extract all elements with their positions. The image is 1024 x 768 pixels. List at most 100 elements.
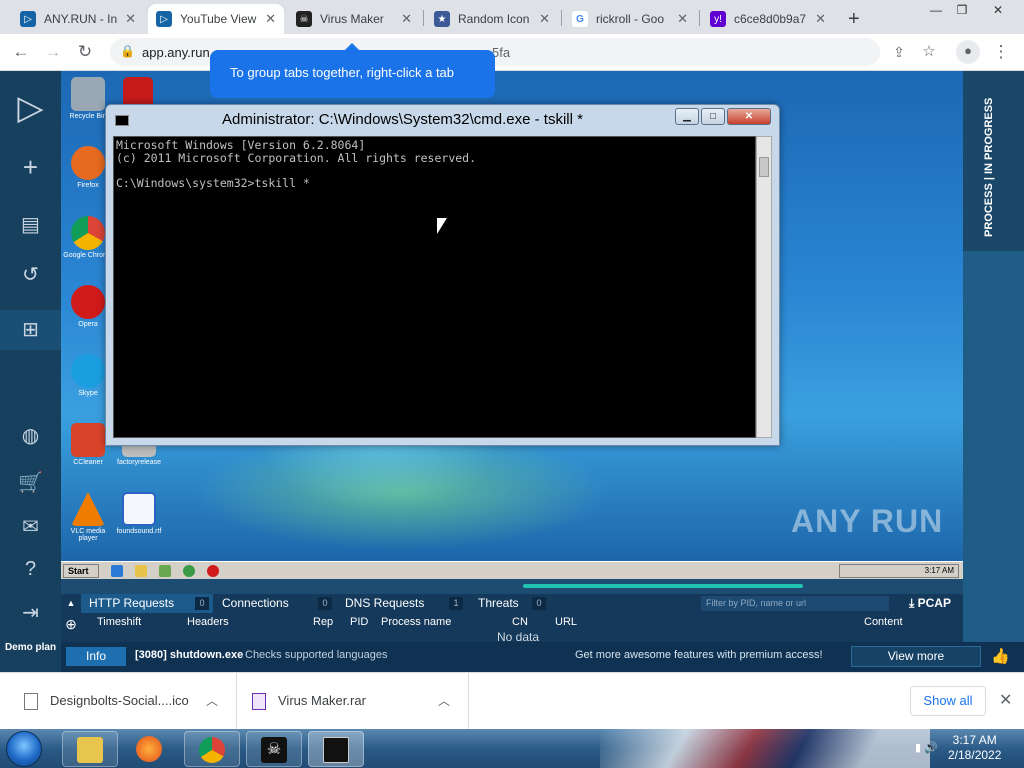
restore-icon[interactable]: ❐	[950, 2, 974, 18]
profile-avatar-icon[interactable]: ●	[956, 40, 980, 64]
windows-globe-icon[interactable]: ◍	[0, 416, 61, 456]
anyrun-favicon-icon: ▷	[156, 11, 172, 27]
desktop-icon-vlc[interactable]: VLC media player	[62, 492, 114, 542]
vm-quicklaunch-media-icon[interactable]	[159, 565, 171, 577]
rar-archive-icon	[252, 693, 266, 711]
view-more-button[interactable]: View more	[851, 646, 981, 667]
taskbar-virus-maker[interactable]: ☠	[246, 731, 302, 767]
chevron-up-icon[interactable]: ︿	[438, 689, 450, 713]
vm-quicklaunch-chrome-icon[interactable]	[183, 565, 195, 577]
close-icon[interactable]: ✕	[677, 11, 688, 27]
history-icon[interactable]: ↺	[0, 255, 61, 295]
bookmark-star-icon[interactable]: ☆	[918, 41, 940, 63]
ccleaner-icon	[71, 423, 105, 457]
cmd-maximize-icon[interactable]: □	[701, 108, 725, 125]
share-icon[interactable]: ⇪	[888, 41, 910, 63]
close-icon[interactable]: ✕	[401, 11, 412, 27]
folder-icon	[77, 737, 103, 763]
host-clock[interactable]: 3:17 AM 2/18/2022	[948, 733, 1001, 763]
mail-icon[interactable]: ✉	[0, 507, 61, 547]
tab-dns-requests[interactable]: DNS Requests 1	[337, 594, 467, 613]
tab-http-requests[interactable]: HTTP Requests 0	[81, 594, 213, 613]
tab-youtube-view[interactable]: ▷ YouTube View ✕	[148, 4, 284, 34]
close-icon[interactable]: ✕	[125, 11, 136, 27]
download-item[interactable]: Designbolts-Social....ico ︿	[24, 689, 224, 713]
tab-separator	[699, 10, 700, 26]
count-badge: 0	[532, 597, 546, 610]
network-filter-input[interactable]: Filter by PID, name or url	[701, 596, 889, 611]
cmd-window[interactable]: Administrator: C:\Windows\System32\cmd.e…	[105, 104, 780, 446]
taskbar-firefox[interactable]	[122, 731, 178, 767]
column-header: URL	[555, 616, 578, 628]
tab-rickroll[interactable]: G rickroll - Goo ✕	[564, 4, 696, 34]
divider	[468, 673, 469, 730]
divider	[236, 673, 237, 730]
windows-start-orb-icon[interactable]	[6, 731, 42, 767]
new-task-plus-icon[interactable]: +	[0, 147, 61, 187]
premium-promo-text: Get more awesome features with premium a…	[575, 649, 823, 661]
vm-clock: 3:17 AM	[924, 566, 954, 575]
tab-group-tooltip: To group tabs together, right-click a ta…	[210, 43, 495, 98]
cmd-scrollbar[interactable]	[756, 136, 772, 438]
download-bar: Designbolts-Social....ico ︿ Virus Maker.…	[0, 672, 1024, 730]
minimize-icon[interactable]: —	[924, 2, 948, 18]
show-all-downloads-button[interactable]: Show all	[910, 686, 986, 716]
reports-document-icon[interactable]: ▤	[0, 205, 61, 245]
collapse-triangle-icon[interactable]: ▲	[61, 594, 81, 613]
column-header: CN	[512, 616, 528, 628]
task-progress-bar	[523, 584, 803, 588]
tab-connections[interactable]: Connections 0	[214, 594, 336, 613]
anyrun-logo-icon[interactable]: ▷	[0, 83, 61, 133]
pcap-download-button[interactable]: ⤓ PCAP	[909, 594, 951, 613]
tab-virus-maker[interactable]: ☠ Virus Maker ✕	[288, 4, 420, 34]
tab-random-icon[interactable]: ★ Random Icon ✕	[426, 4, 558, 34]
vm-quicklaunch-folder-icon[interactable]	[135, 565, 147, 577]
vm-quicklaunch-opera-icon[interactable]	[207, 565, 219, 577]
info-bar: Info [3080] shutdown.exe Checks supporte…	[61, 642, 1024, 672]
tab-threats[interactable]: Threats 0	[470, 594, 550, 613]
cmd-close-icon[interactable]: ✕	[727, 108, 771, 125]
close-icon[interactable]: ✕	[539, 11, 550, 27]
vm-quicklaunch-ie-icon[interactable]	[111, 565, 123, 577]
chevron-up-icon[interactable]: ︿	[206, 689, 218, 713]
pirate-favicon-icon: ☠	[296, 11, 312, 27]
cmd-icon	[323, 737, 349, 763]
column-header: Content	[864, 616, 903, 628]
browser-tab-strip: ▷ ANY.RUN - In ✕ ▷ YouTube View ✕ ☠ Viru…	[0, 0, 1024, 34]
logout-icon[interactable]: ⇥	[0, 593, 61, 633]
thumbs-up-icon[interactable]: 👍	[991, 647, 1010, 665]
taskbar-cmd[interactable]	[308, 731, 364, 767]
process-panel-toggle[interactable]: PROCESS | IN PROGRESS	[963, 71, 1024, 251]
close-icon[interactable]: ✕	[815, 11, 826, 27]
forward-arrow-icon[interactable]: →	[42, 41, 64, 63]
column-header: PID	[350, 616, 369, 628]
lock-icon: 🔒	[120, 44, 135, 58]
desktop-icon-foundsound[interactable]: foundsound.rtf	[113, 492, 165, 535]
new-tab-button[interactable]: +	[840, 4, 872, 34]
info-button[interactable]: Info	[66, 647, 126, 666]
tray-network-icon[interactable]: ▮ 🔊	[915, 741, 938, 754]
pirate-icon: ☠	[261, 737, 287, 763]
menu-kebab-icon[interactable]: ⋮	[990, 41, 1012, 63]
windows-os-icon[interactable]: ⊞	[0, 310, 61, 350]
taskbar-explorer[interactable]	[62, 731, 118, 767]
anyrun-watermark: ANY RUN	[791, 503, 944, 539]
download-item[interactable]: Virus Maker.rar ︿	[252, 689, 457, 713]
close-icon[interactable]: ✕	[265, 11, 276, 27]
close-download-bar-icon[interactable]: ✕	[999, 690, 1012, 710]
reload-icon[interactable]: ↻	[74, 41, 96, 63]
cart-icon[interactable]: 🛒	[0, 463, 61, 503]
cmd-minimize-icon[interactable]: ▁	[675, 108, 699, 125]
cmd-console[interactable]: Microsoft Windows [Version 6.2.8064] (c)…	[113, 136, 756, 438]
scrollbar-thumb[interactable]	[759, 157, 769, 177]
tab-yahoo[interactable]: y! c6ce8d0b9a7 ✕	[702, 4, 834, 34]
help-icon[interactable]: ?	[0, 549, 61, 589]
tab-anyrun[interactable]: ▷ ANY.RUN - In ✕	[12, 4, 144, 34]
anyrun-sidebar: ▷ + ▤ ↺ ⊞ ◍ 🛒 ✉ ? ⇥	[0, 71, 61, 672]
back-arrow-icon[interactable]: ←	[10, 41, 32, 63]
window-close-icon[interactable]: ✕	[986, 2, 1010, 18]
vm-start-button[interactable]: Start	[63, 564, 99, 578]
taskbar-chrome[interactable]	[184, 731, 240, 767]
info-process-name[interactable]: [3080] shutdown.exe	[135, 649, 243, 661]
firefox-icon	[71, 146, 105, 180]
